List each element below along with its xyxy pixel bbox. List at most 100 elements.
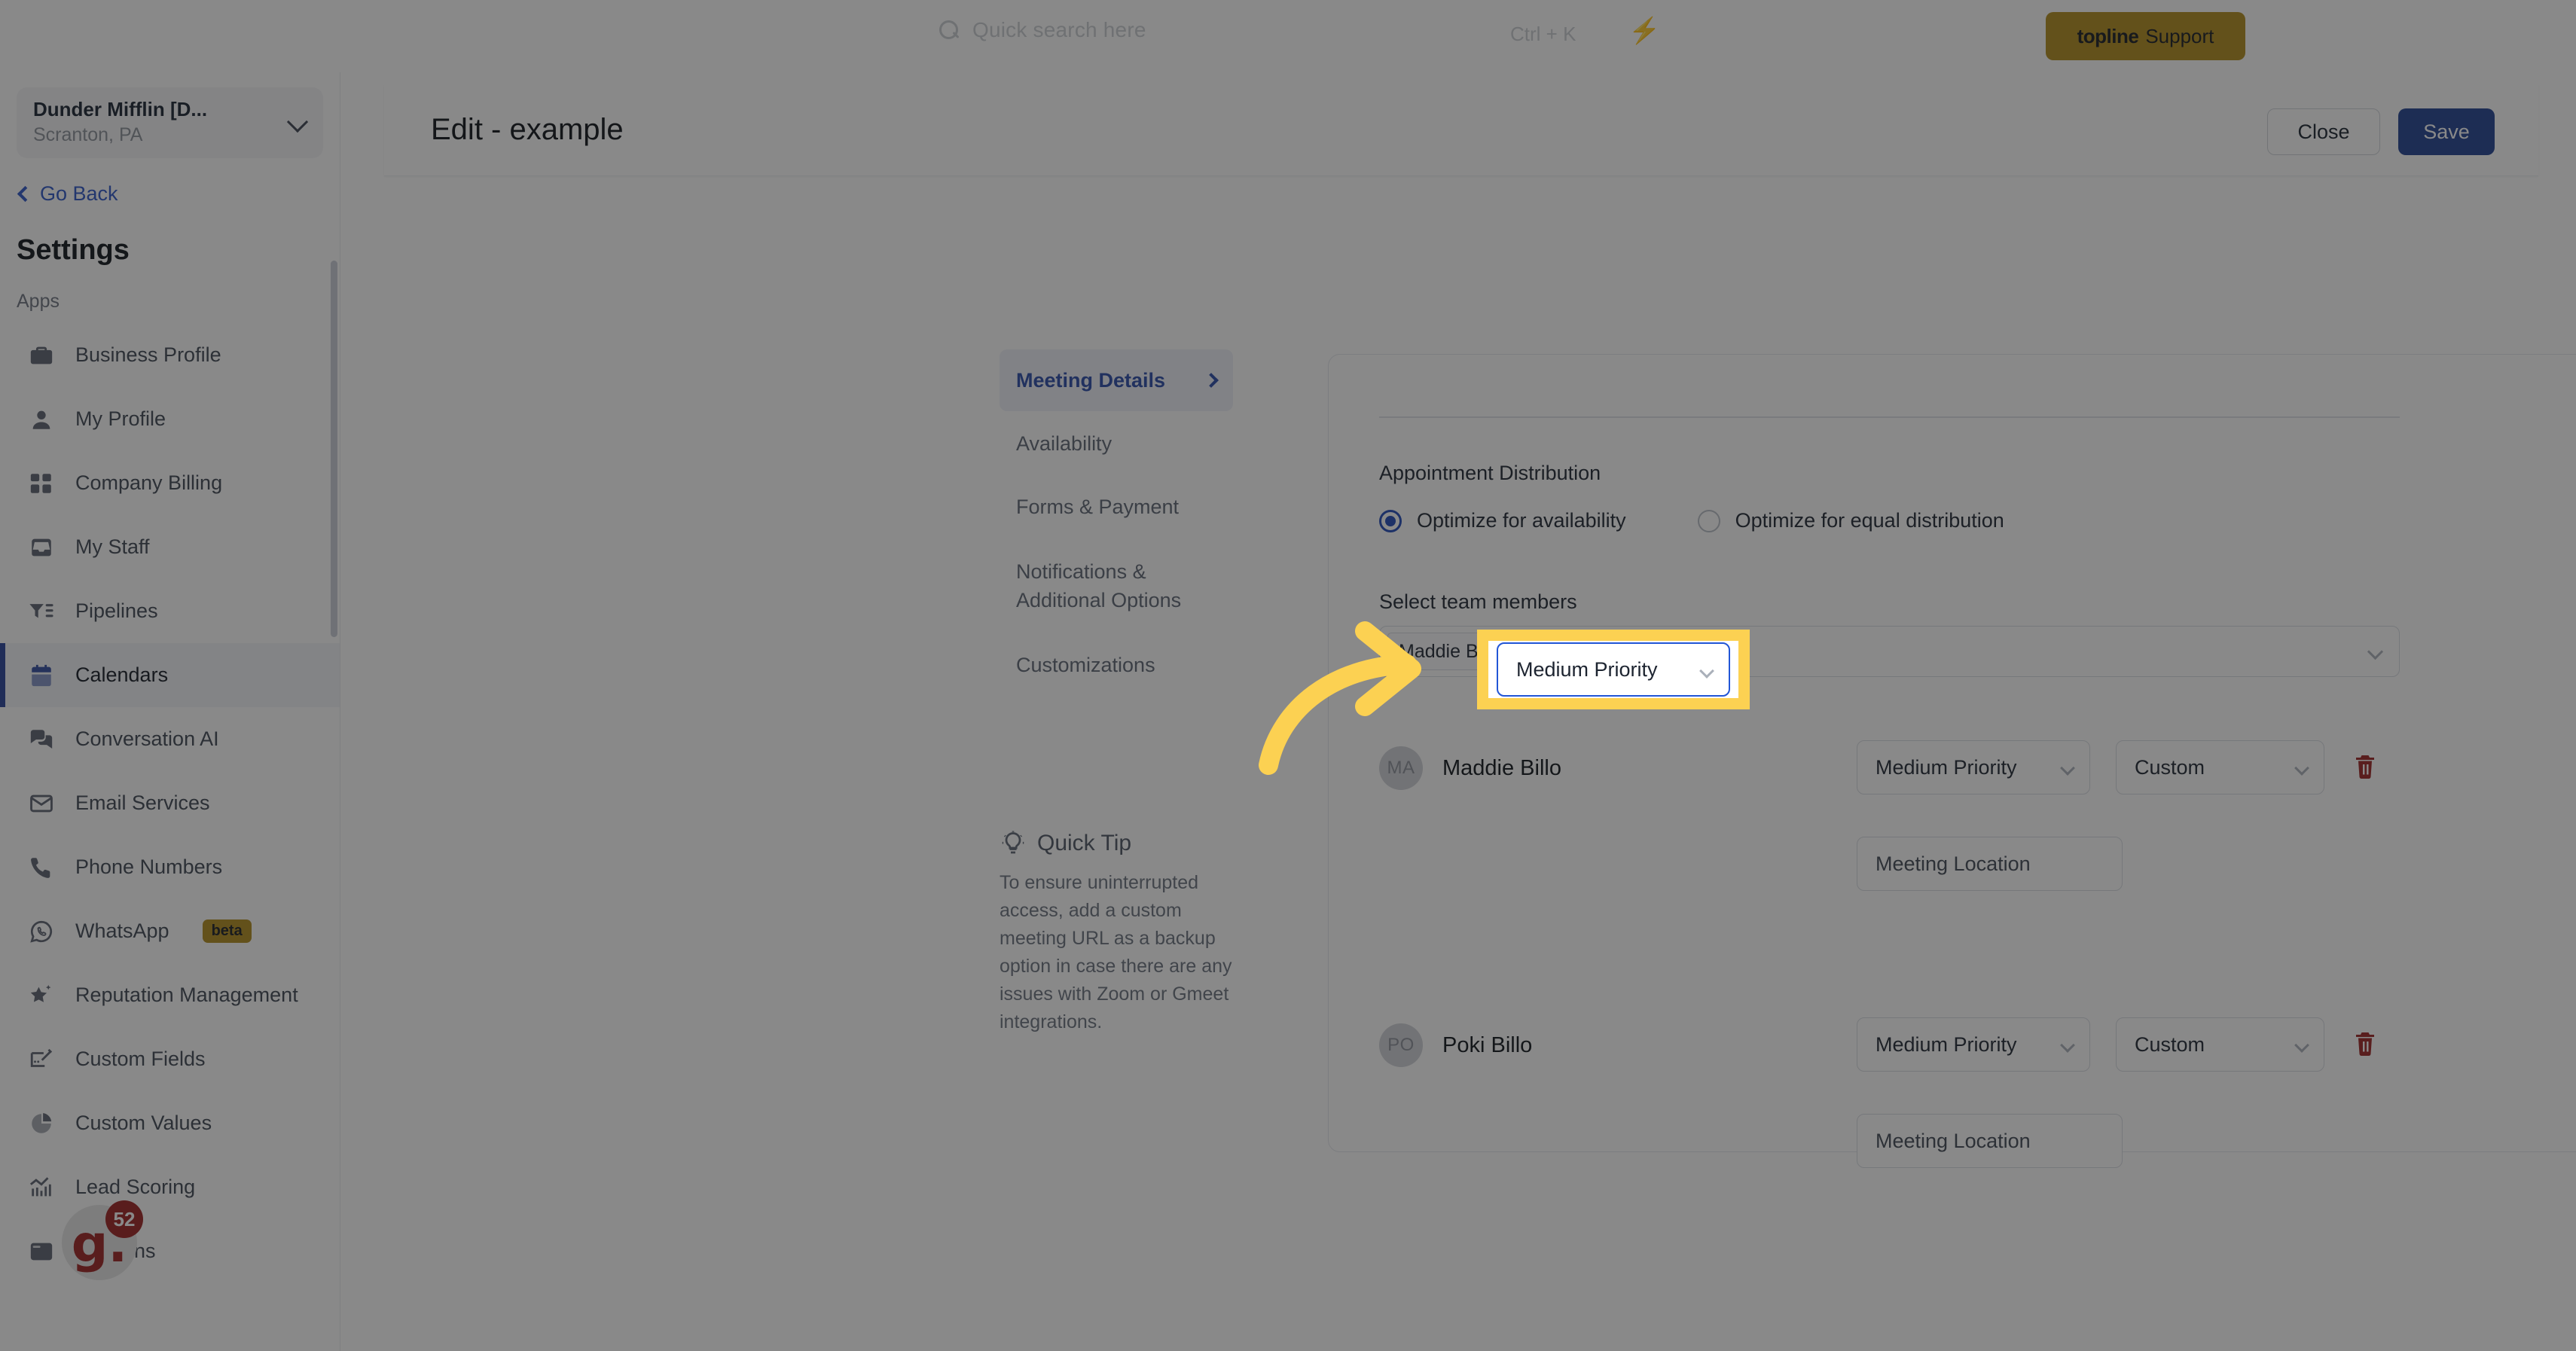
sidebar-item-whatsapp[interactable]: WhatsApp beta (0, 899, 340, 963)
sidebar-item-label: Custom Values (75, 1112, 212, 1134)
avatar: PO (1379, 1023, 1423, 1067)
tab-label: Availability (1016, 432, 1113, 455)
tab-meeting-details[interactable]: Meeting Details (1000, 349, 1233, 411)
chevron-down-icon (286, 111, 309, 133)
tab-availability[interactable]: Availability (1000, 413, 1233, 474)
funnel-icon (29, 603, 53, 618)
sidebar-item-email-services[interactable]: Email Services (0, 771, 340, 835)
sidebar-item-label: Phone Numbers (75, 855, 223, 878)
quick-search-placeholder: Quick search here (972, 18, 1146, 41)
star-sparkle-icon (30, 984, 51, 1002)
chevron-down-icon (2294, 761, 2309, 776)
lightning-bolt-icon[interactable]: ⚡ (1628, 18, 1660, 44)
priority-select-highlighted[interactable]: Medium Priority (1497, 642, 1730, 697)
sidebar-item-label: WhatsApp (75, 919, 169, 942)
search-icon (938, 19, 960, 41)
sidebar-item-label: Custom Fields (75, 1048, 206, 1070)
appointment-distribution-label: Appointment Distribution (1379, 462, 1601, 484)
pie-chart-icon (32, 1112, 52, 1133)
team-member-row: MA Maddie Billo Medium Priority Custom M… (1379, 731, 2404, 927)
sidebar-item-label: Lead Scoring (75, 1176, 196, 1198)
location-sub: Scranton, PA (33, 124, 143, 146)
tab-customizations[interactable]: Customizations (1000, 634, 1233, 696)
delete-member-button[interactable] (2352, 1029, 2379, 1058)
tab-notifications-additional-options[interactable]: Notifications & Additional Options (1000, 539, 1233, 633)
tab-label: Customizations (1016, 653, 1155, 676)
priority-select[interactable]: Medium Priority (1857, 740, 2090, 794)
meeting-location-placeholder: Meeting Location (1876, 1129, 2031, 1152)
meeting-location-input[interactable]: Meeting Location (1857, 1114, 2123, 1168)
sidebar-item-label: Email Services (75, 791, 210, 814)
modal-body: Meeting Details Availability Forms & Pay… (384, 176, 2576, 1259)
radio-optimize-equal-distribution[interactable]: Optimize for equal distribution (1697, 509, 2004, 532)
avatar: MA (1379, 746, 1423, 790)
radio-dot-icon (1697, 509, 1720, 532)
modal-tab-list: Meeting Details Availability Forms & Pay… (1000, 349, 1233, 697)
priority-select[interactable]: Medium Priority (1857, 1017, 2090, 1072)
sidebar-item-label: Business Profile (75, 343, 221, 366)
browser-window-icon (30, 1243, 53, 1260)
chevron-right-icon (1204, 373, 1219, 388)
meeting-type-value: Custom (2135, 1032, 2205, 1056)
meeting-details-card: Appointment Distribution Optimize for av… (1328, 354, 2576, 1168)
sidebar-item-label: Pipelines (75, 599, 158, 622)
tab-forms-payment[interactable]: Forms & Payment (1000, 476, 1233, 538)
sidebar-item-custom-values[interactable]: Custom Values (0, 1091, 340, 1155)
quick-tip: Quick Tip To ensure uninterrupted access… (1000, 830, 1248, 1036)
location-name: Dunder Mifflin [D... (33, 98, 208, 121)
select-team-members-label: Select team members (1379, 590, 1577, 613)
sidebar-group-label: Apps (17, 291, 60, 312)
sidebar-item-domains[interactable]: Domains (0, 1219, 340, 1283)
close-button[interactable]: Close (2267, 108, 2380, 155)
chevron-down-icon (2060, 761, 2075, 776)
section-divider (1379, 416, 2400, 418)
sidebar-item-lead-scoring[interactable]: Lead Scoring (0, 1155, 340, 1219)
meeting-location-input[interactable]: Meeting Location (1857, 837, 2123, 891)
meeting-location-placeholder: Meeting Location (1876, 852, 2031, 875)
sidebar-item-company-billing[interactable]: Company Billing (0, 451, 340, 515)
quick-search[interactable]: Quick search here (938, 18, 1146, 42)
save-button[interactable]: Save (2398, 108, 2495, 155)
whatsapp-icon (30, 920, 53, 943)
sidebar-item-my-staff[interactable]: My Staff (0, 515, 340, 579)
topline-support-button[interactable]: topline Support (2046, 12, 2245, 60)
sidebar-item-business-profile[interactable]: Business Profile (0, 323, 340, 387)
meeting-type-select[interactable]: Custom (2116, 1017, 2324, 1072)
inbox-icon (32, 538, 51, 556)
sidebar-item-calendars[interactable]: Calendars (0, 643, 340, 707)
radio-label: Optimize for equal distribution (1735, 509, 2004, 532)
sidebar-item-reputation-management[interactable]: Reputation Management (0, 963, 340, 1027)
top-bar: Quick search here Ctrl + K ⚡ topline Sup… (0, 0, 2576, 72)
lightbulb-icon (1002, 831, 1024, 854)
support-word-label: Support (2145, 24, 2214, 47)
support-chat-widget[interactable]: g. 52 (62, 1200, 143, 1280)
delete-member-button[interactable] (2352, 752, 2379, 781)
sidebar-item-phone-numbers[interactable]: Phone Numbers (0, 835, 340, 899)
sidebar-item-label: My Staff (75, 535, 150, 558)
sidebar-item-label: My Profile (75, 407, 166, 430)
chevron-down-icon (2367, 643, 2384, 660)
priority-value: Medium Priority (1876, 755, 2017, 779)
calendar-icon (32, 664, 51, 686)
quick-tip-body: To ensure uninterrupted access, add a cu… (1000, 872, 1232, 1032)
meeting-type-value: Custom (2135, 755, 2205, 779)
sidebar-scrollbar[interactable] (331, 261, 337, 637)
location-switcher[interactable]: Dunder Mifflin [D... Scranton, PA (17, 87, 323, 158)
chevron-down-icon (2060, 1038, 2075, 1053)
radio-optimize-availability[interactable]: Optimize for availability (1379, 509, 1626, 532)
sidebar-item-pipelines[interactable]: Pipelines (0, 579, 340, 643)
sidebar-item-conversation-ai[interactable]: Conversation AI (0, 707, 340, 771)
sidebar-item-custom-fields[interactable]: Custom Fields (0, 1027, 340, 1091)
chevron-down-icon (1699, 663, 1714, 679)
tab-label: Meeting Details (1016, 368, 1166, 392)
sidebar-item-my-profile[interactable]: My Profile (0, 387, 340, 451)
priority-value: Medium Priority (1876, 1032, 2017, 1056)
quick-tip-header: Quick Tip (1000, 830, 1248, 857)
radio-dot-icon (1379, 509, 1402, 532)
modal-header: Edit - example Close Save (384, 84, 2538, 176)
meeting-type-select[interactable]: Custom (2116, 740, 2324, 794)
go-back-link[interactable]: Go Back (17, 182, 340, 206)
quick-tip-title: Quick Tip (1037, 831, 1132, 855)
edit-card-icon (30, 1048, 53, 1067)
sidebar-item-label: Reputation Management (75, 984, 298, 1006)
